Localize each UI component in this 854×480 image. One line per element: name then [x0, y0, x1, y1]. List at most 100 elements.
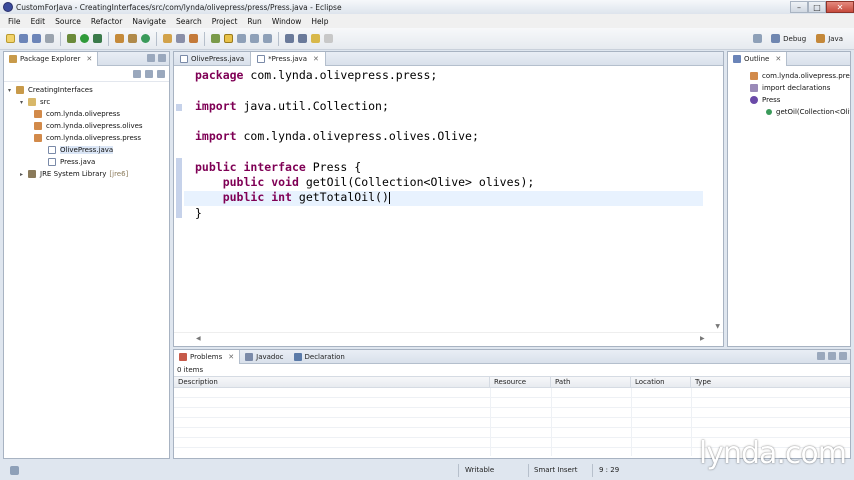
fast-view-icon[interactable]	[10, 466, 19, 475]
view-menu-icon[interactable]	[157, 69, 165, 78]
new-class-icon[interactable]	[141, 34, 150, 43]
code-editor[interactable]: package com.lynda.olivepress.press; impor…	[174, 66, 723, 332]
next-annotation-icon[interactable]	[285, 34, 294, 43]
menu-window[interactable]: Window	[267, 17, 307, 26]
perspective-java-label: Java	[828, 34, 843, 43]
scroll-right-icon[interactable]: ▶	[700, 335, 705, 342]
outline-item[interactable]: import declarations	[728, 82, 850, 94]
close-tab-icon[interactable]: ✕	[313, 55, 319, 63]
tab-problems[interactable]: Problems ✕	[174, 349, 241, 364]
outline-item[interactable]: com.lynda.olivepress.press	[728, 70, 850, 82]
brush-icon[interactable]	[189, 34, 198, 43]
close-tab-icon[interactable]: ✕	[775, 55, 781, 63]
tree-item[interactable]: ▸ JRE System Library [jre6]	[4, 168, 169, 180]
tree-item-label: src	[40, 98, 51, 106]
tab-outline[interactable]: Outline ✕	[728, 51, 788, 66]
interface-icon	[750, 96, 758, 104]
save-all-icon[interactable]	[32, 34, 41, 43]
column-type[interactable]: Type	[691, 377, 850, 387]
close-button[interactable]: ✕	[826, 1, 854, 13]
new-icon[interactable]	[6, 34, 15, 43]
outline-icon	[733, 54, 741, 63]
tab-press-java[interactable]: *Press.java ✕	[251, 52, 326, 66]
code-keyword: public	[222, 175, 265, 190]
outline-item-label: getOil(Collection<Olive>)	[776, 108, 850, 116]
scroll-left-icon[interactable]: ◀	[196, 335, 201, 342]
tab-javadoc[interactable]: Javadoc	[240, 350, 288, 364]
collapse-all-icon[interactable]	[133, 69, 141, 78]
menu-project[interactable]: Project	[207, 17, 243, 26]
maximize-view-icon[interactable]	[839, 352, 847, 360]
view-menu-icon[interactable]	[817, 352, 825, 360]
package-icon	[34, 110, 42, 118]
block-select-icon[interactable]	[237, 34, 246, 43]
maximize-button[interactable]: □	[808, 1, 826, 13]
prev-annotation-icon[interactable]	[298, 34, 307, 43]
scroll-down-icon[interactable]: ▼	[715, 323, 720, 330]
column-description[interactable]: Description	[174, 377, 490, 387]
editor-tab-label: *Press.java	[268, 55, 307, 63]
collapse-arrow-icon[interactable]: ▾	[20, 99, 28, 106]
back-icon[interactable]	[311, 34, 320, 43]
external-tools-icon[interactable]	[93, 34, 102, 43]
highlight-icon[interactable]	[224, 34, 233, 43]
collapse-arrow-icon[interactable]: ▾	[8, 87, 16, 94]
maximize-view-icon[interactable]	[158, 54, 166, 62]
perspective-debug[interactable]: Debug	[768, 33, 809, 44]
tree-item[interactable]: Press.java	[4, 156, 169, 168]
minimize-view-icon[interactable]	[828, 352, 836, 360]
menu-search[interactable]: Search	[171, 17, 207, 26]
save-icon[interactable]	[19, 34, 28, 43]
close-tab-icon[interactable]: ✕	[228, 353, 234, 361]
menu-edit[interactable]: Edit	[26, 17, 51, 26]
package-explorer-view: Package Explorer ✕ ▾ CreatingInterfaces …	[3, 51, 170, 459]
new-package-icon[interactable]	[128, 34, 137, 43]
column-resource[interactable]: Resource	[490, 377, 551, 387]
menu-file[interactable]: File	[3, 17, 26, 26]
editor-horizontal-scrollbar[interactable]: ◀ ▶	[174, 332, 723, 346]
editor-vertical-scrollbar[interactable]: ▼	[709, 66, 723, 332]
tree-item[interactable]: ▾ CreatingInterfaces	[4, 84, 169, 96]
outline-item[interactable]: getOil(Collection<Olive>)	[728, 106, 850, 118]
tree-item-label: OlivePress.java	[60, 146, 114, 154]
menu-navigate[interactable]: Navigate	[127, 17, 171, 26]
new-java-project-icon[interactable]	[115, 34, 124, 43]
open-perspective-icon[interactable]	[753, 34, 763, 43]
tree-item[interactable]: OlivePress.java	[4, 144, 169, 156]
package-explorer-toolbar	[4, 66, 169, 82]
tab-label: Problems	[190, 352, 223, 361]
change-ruler	[174, 66, 184, 332]
print-icon[interactable]	[45, 34, 54, 43]
toolbar-separator	[278, 31, 279, 46]
perspective-java[interactable]: Java	[813, 33, 846, 44]
pilcrow-icon[interactable]	[263, 34, 272, 43]
tree-item[interactable]: com.lynda.olivepress	[4, 108, 169, 120]
run-icon[interactable]	[80, 34, 89, 43]
tab-package-explorer[interactable]: Package Explorer ✕	[4, 51, 99, 66]
mark-occurrences-icon[interactable]	[211, 34, 220, 43]
open-type-icon[interactable]	[163, 34, 172, 43]
outline-item[interactable]: Press	[728, 94, 850, 106]
show-whitespace-icon[interactable]	[250, 34, 259, 43]
menu-source[interactable]: Source	[50, 17, 86, 26]
tab-label: Javadoc	[256, 352, 284, 361]
forward-icon[interactable]	[324, 34, 333, 43]
search-icon[interactable]	[176, 34, 185, 43]
close-tab-icon[interactable]: ✕	[86, 55, 92, 63]
minimize-button[interactable]: –	[790, 1, 808, 13]
column-location[interactable]: Location	[631, 377, 691, 387]
tab-declaration[interactable]: Declaration	[289, 350, 350, 364]
tree-item[interactable]: com.lynda.olivepress.olives	[4, 120, 169, 132]
debug-icon[interactable]	[67, 34, 76, 43]
tree-item[interactable]: com.lynda.olivepress.press	[4, 132, 169, 144]
menu-run[interactable]: Run	[242, 17, 266, 26]
tree-item[interactable]: ▾ src	[4, 96, 169, 108]
menu-help[interactable]: Help	[306, 17, 333, 26]
minimize-view-icon[interactable]	[147, 54, 155, 62]
link-with-editor-icon[interactable]	[145, 69, 153, 78]
expand-arrow-icon[interactable]: ▸	[20, 171, 28, 178]
menu-refactor[interactable]: Refactor	[86, 17, 127, 26]
tab-olivepress-java[interactable]: OlivePress.java	[174, 52, 252, 66]
column-path[interactable]: Path	[551, 377, 631, 387]
